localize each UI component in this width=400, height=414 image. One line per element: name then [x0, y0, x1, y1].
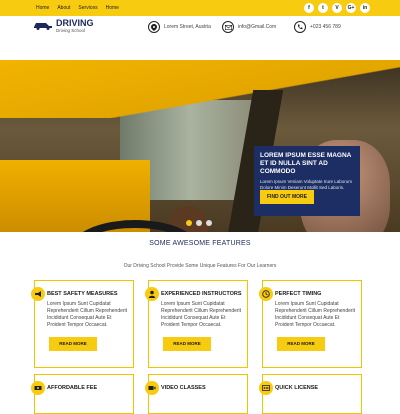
feature-card: PERFECT TIMING Lorem Ipsum Sunt Cupidata… — [259, 280, 362, 368]
email-text[interactable]: info@Gmail.Com — [238, 24, 276, 30]
hero-taxi-roof — [0, 60, 400, 118]
read-more-button[interactable]: READ MORE — [277, 337, 325, 351]
nav-services[interactable]: Services — [78, 4, 97, 12]
brand-tagline: Driving School — [56, 28, 86, 33]
feature-title: BEST SAFETY MEASURES — [47, 291, 118, 297]
feature-text: Lorem Ipsum Sunt Cupidatat Reprehenderit… — [47, 301, 128, 328]
money-icon — [31, 381, 45, 395]
video-icon — [145, 381, 159, 395]
phone-text[interactable]: +023 456 789 — [310, 24, 341, 30]
feature-title: EXPERIENCED INSTRUCTORS — [161, 291, 242, 297]
feature-text: Lorem Ipsum Sunt Cupidatat Reprehenderit… — [275, 301, 356, 328]
user-icon — [145, 287, 159, 301]
hero-caption: LOREM IPSUM ESSE MAGNA ET ID NULLA SINT … — [254, 146, 360, 216]
address-text: Lorem Street, Austria — [164, 24, 211, 30]
feature-text: Lorem Ipsum Sunt Cupidatat Reprehenderit… — [161, 301, 242, 328]
top-bar: Home About Services Home f t V G+ in — [0, 0, 400, 16]
top-nav: Home About Services Home — [36, 4, 119, 12]
google-plus-icon[interactable]: G+ — [346, 3, 356, 13]
feature-card: EXPERIENCED INSTRUCTORS Lorem Ipsum Sunt… — [145, 280, 248, 368]
read-more-button[interactable]: READ MORE — [163, 337, 211, 351]
clock-icon — [259, 287, 273, 301]
feature-card: BEST SAFETY MEASURES Lorem Ipsum Sunt Cu… — [31, 280, 134, 368]
feature-title: PERFECT TIMING — [275, 291, 322, 297]
feature-title: AFFORDABLE FEE — [47, 385, 98, 391]
slider-dots — [186, 220, 212, 226]
license-icon — [259, 381, 273, 395]
feature-title: VIDEO CLASSES — [161, 385, 206, 391]
nav-about[interactable]: About — [57, 4, 70, 12]
facebook-icon[interactable]: f — [304, 3, 314, 13]
address-block: Lorem Street, Austria — [148, 21, 211, 33]
find-out-more-button[interactable]: FIND OUT MORE — [260, 190, 314, 204]
location-icon — [148, 21, 160, 33]
phone-block: +023 456 789 — [294, 21, 341, 33]
phone-icon — [294, 21, 306, 33]
vimeo-icon[interactable]: V — [332, 3, 342, 13]
megaphone-icon — [31, 287, 45, 301]
read-more-button[interactable]: READ MORE — [49, 337, 97, 351]
hero-heading: LOREM IPSUM ESSE MAGNA ET ID NULLA SINT … — [260, 152, 352, 175]
brand-name: DRIVING — [56, 18, 94, 28]
email-block: info@Gmail.Com — [222, 21, 276, 33]
slider-dot-2[interactable] — [196, 220, 202, 226]
mail-icon — [222, 21, 234, 33]
twitter-icon[interactable]: t — [318, 3, 328, 13]
feature-title: QUICK LICENSE — [275, 385, 319, 391]
features-subtitle: Our Driving School Provide Some Unique F… — [123, 263, 277, 269]
car-icon — [34, 23, 52, 30]
linkedin-icon[interactable]: in — [360, 3, 370, 13]
nav-home[interactable]: Home — [36, 4, 49, 12]
nav-home-2[interactable]: Home — [106, 4, 119, 12]
slider-dot-3[interactable] — [206, 220, 212, 226]
features-title: SOME AWESOME FEATURES — [149, 240, 251, 247]
logo[interactable]: DRIVING Driving School — [33, 18, 94, 34]
feature-card: QUICK LICENSE — [259, 374, 362, 414]
slider-dot-1[interactable] — [186, 220, 192, 226]
social-links: f t V G+ in — [304, 3, 370, 13]
header: DRIVING Driving School Lorem Street, Aus… — [0, 16, 400, 42]
feature-card: AFFORDABLE FEE — [31, 374, 134, 414]
feature-card: VIDEO CLASSES — [145, 374, 248, 414]
